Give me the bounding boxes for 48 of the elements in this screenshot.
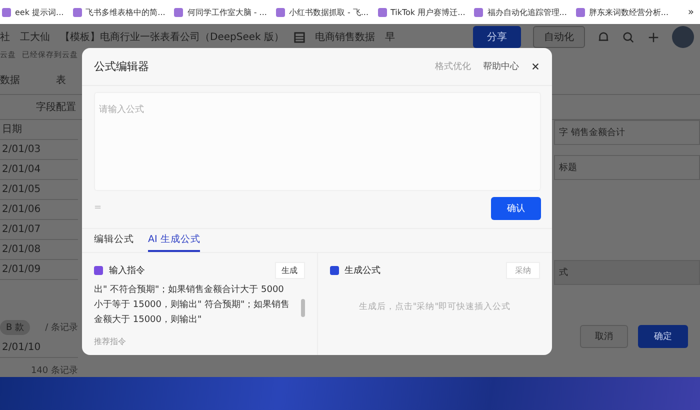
table-icon [294, 32, 305, 43]
dialog-title: 公式编辑器 [94, 58, 149, 74]
recommend-label: 推荐指令 [94, 336, 127, 347]
prompt-text[interactable]: 出" 不符合预期"；如果销售金额合计大于 5000 小于等于 15000，则输出" 符合预期"；如果销售金额大于 15000，则输出" [94, 283, 294, 328]
record-total: 140 条记录 [30, 364, 78, 378]
table-cell: 2/01/07 [0, 220, 78, 240]
panel-title: 生成公式 [344, 264, 380, 276]
bookmark-link[interactable]: 小红书数据抓取 - 飞... [276, 6, 369, 18]
help-link[interactable]: 帮助中心 [483, 60, 519, 73]
search-icon[interactable] [622, 30, 635, 44]
tab[interactable]: 编辑公式 [94, 228, 134, 252]
bell-icon[interactable] [597, 30, 610, 44]
hint-text: 生成后，点击"采纳"即可快速插入公式 [358, 301, 512, 313]
bookmark-link[interactable]: 飞书多维表格中的简... [72, 6, 166, 18]
table-name: 电商销售数据 [314, 30, 375, 44]
column-header: 日期 [0, 120, 78, 140]
bookmark-link[interactable]: 何同学工作室大脑 - ... [174, 6, 267, 18]
equals-sign: = [94, 203, 102, 214]
generate-button[interactable]: 生成 [274, 262, 304, 278]
scrollbar[interactable] [300, 299, 304, 317]
share-button[interactable]: 分享 [473, 26, 521, 48]
table-cell: 2/01/10 [0, 338, 78, 358]
doc-title: 【模板】电商行业一张表看公司（DeepSeek 版） [60, 30, 284, 44]
formula-input[interactable]: 请输入公式 [94, 92, 541, 191]
bookmark-link[interactable]: eek 提示词... [2, 6, 64, 18]
close-icon[interactable] [531, 62, 540, 71]
table-cell: 2/01/06 [0, 200, 78, 220]
field-header: 字 销售金额合计 [554, 120, 700, 146]
formula-icon [330, 266, 338, 274]
record-count: / 条记录 [45, 322, 78, 334]
table-cell: 2/01/08 [0, 240, 78, 260]
table-cell: 2/01/03 [0, 140, 78, 160]
more-bookmarks-button[interactable]: » [688, 6, 700, 18]
table-cell: 2/01/04 [0, 160, 78, 180]
tab[interactable]: AI 生成公式 [148, 228, 200, 252]
bookmark-link[interactable]: TikTok 用户赛博迁... [378, 6, 466, 18]
group-tag: B 款 [0, 320, 30, 335]
avatar[interactable] [672, 26, 694, 48]
table-cell: 2/01/09 [0, 260, 78, 280]
ok-button[interactable]: 确定 [638, 325, 688, 348]
plus-icon[interactable] [647, 30, 660, 44]
confirm-button[interactable]: 确认 [491, 196, 541, 220]
bookmark-link[interactable]: 福办自动化追踪管理... [474, 6, 567, 18]
table-cell: 2/01/05 [0, 180, 78, 200]
header-text: 早 [384, 31, 395, 44]
bookmark-link[interactable]: 胖东来词数经营分析... [576, 6, 669, 18]
panel-title: 输入指令 [109, 264, 145, 276]
prompt-icon [94, 266, 103, 274]
